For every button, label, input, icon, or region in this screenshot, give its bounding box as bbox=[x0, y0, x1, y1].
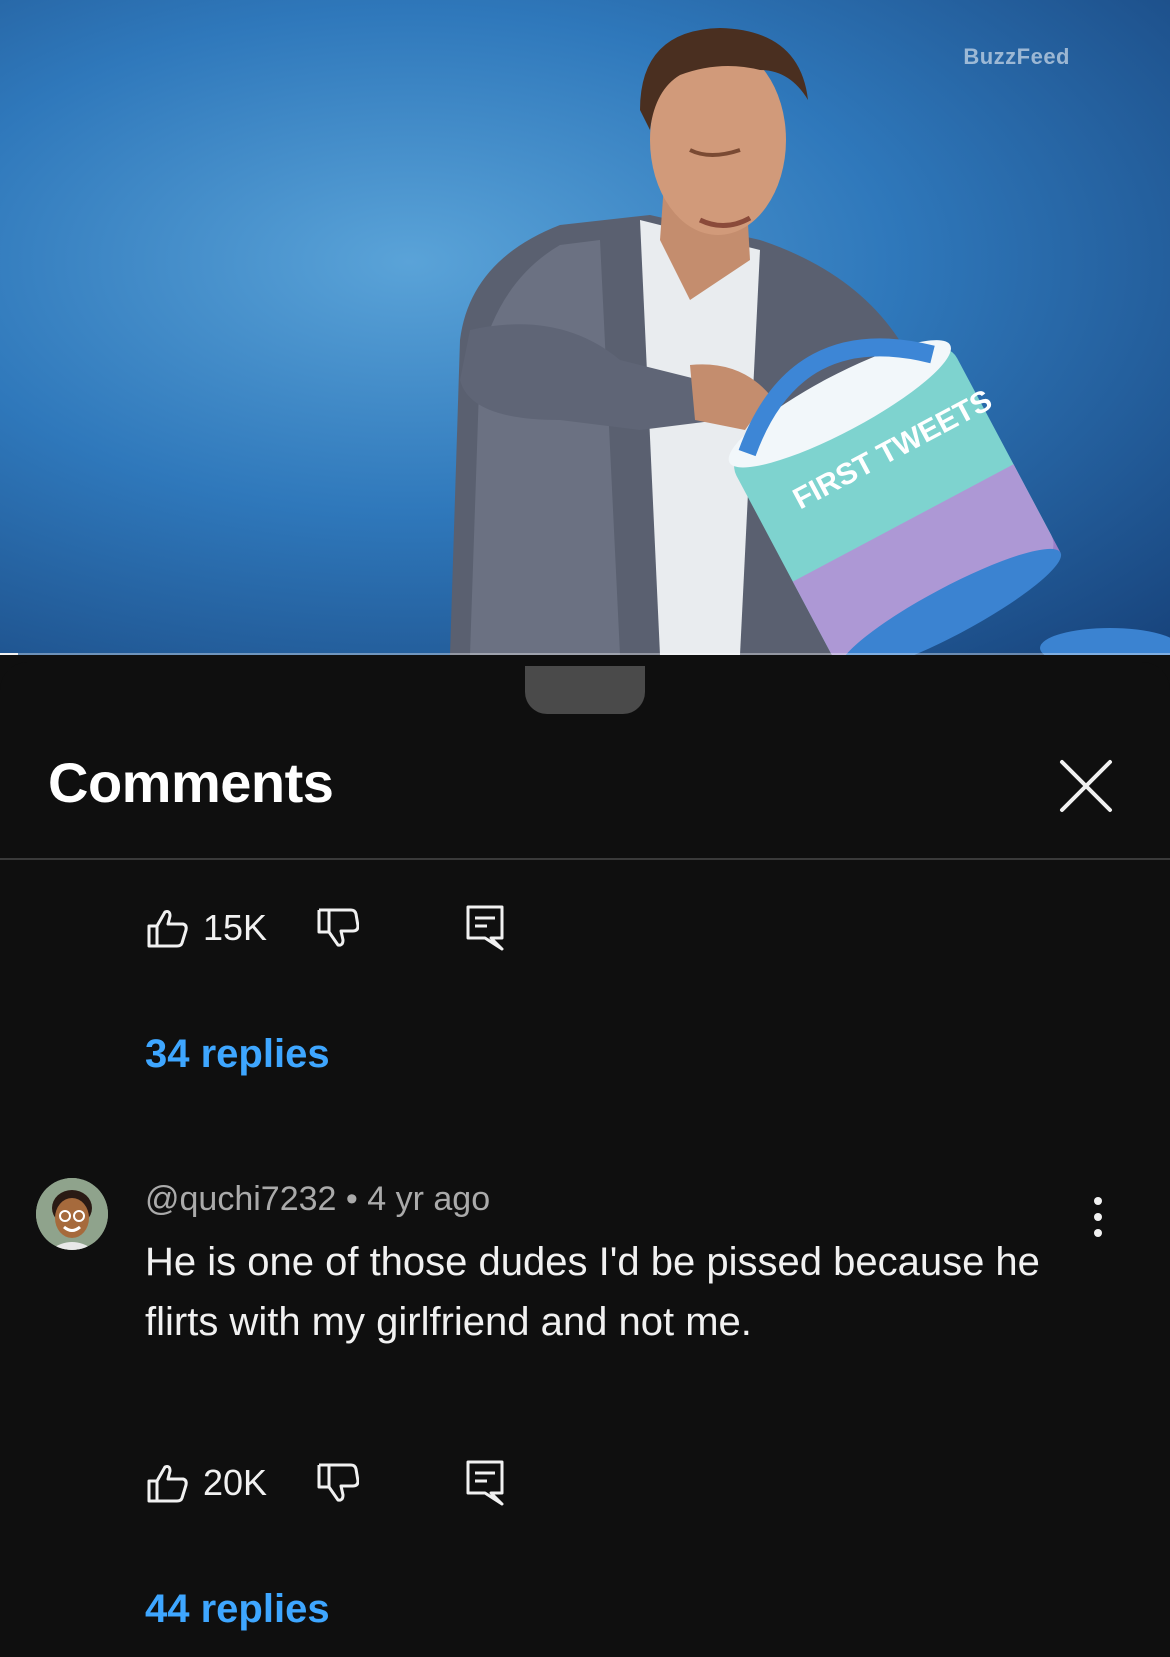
like-count: 20K bbox=[203, 1462, 268, 1503]
header-divider bbox=[0, 858, 1170, 860]
comment-time: 4 yr ago bbox=[367, 1180, 491, 1218]
comment-actions: 15K bbox=[145, 903, 545, 953]
comment-reply-icon bbox=[466, 1460, 504, 1506]
comment-reply-icon bbox=[466, 905, 504, 951]
drag-handle[interactable] bbox=[525, 666, 645, 714]
thumbs-down-icon bbox=[317, 908, 359, 947]
thumbs-up-icon bbox=[147, 1465, 188, 1503]
like-button[interactable]: 20K bbox=[145, 1458, 267, 1508]
dislike-button[interactable] bbox=[315, 903, 359, 953]
dislike-button[interactable] bbox=[315, 1458, 359, 1508]
comments-sheet: Comments 15K 34 replies @quchi7232 • 4 y… bbox=[0, 662, 1170, 1657]
video-player[interactable]: FIRST TWEETS BuzzFeed bbox=[0, 0, 1170, 655]
more-options-icon[interactable] bbox=[1080, 1192, 1116, 1242]
view-replies-link[interactable]: 44 replies bbox=[145, 1587, 330, 1632]
like-button[interactable]: 15K bbox=[145, 903, 267, 953]
thumbs-down-icon bbox=[317, 1463, 359, 1502]
view-replies-link[interactable]: 34 replies bbox=[145, 1032, 330, 1077]
video-progress-bar[interactable] bbox=[0, 653, 1170, 655]
comment-actions: 20K bbox=[145, 1458, 545, 1508]
video-frame: FIRST TWEETS bbox=[450, 28, 1170, 655]
close-icon[interactable] bbox=[1054, 754, 1118, 818]
comment-meta: @quchi7232 • 4 yr ago bbox=[145, 1180, 490, 1219]
buzzfeed-watermark: BuzzFeed bbox=[963, 44, 1070, 69]
thumbs-up-icon bbox=[147, 910, 188, 948]
comment-author[interactable]: @quchi7232 bbox=[145, 1180, 336, 1218]
avatar-image bbox=[36, 1178, 108, 1250]
video-progress-fill bbox=[0, 653, 18, 655]
reply-button[interactable] bbox=[465, 1458, 505, 1508]
like-count: 15K bbox=[203, 907, 268, 948]
meta-separator: • bbox=[345, 1180, 358, 1218]
avatar[interactable] bbox=[36, 1178, 108, 1250]
comment-text: He is one of those dudes I'd be pissed b… bbox=[145, 1240, 1040, 1344]
sheet-title: Comments bbox=[48, 751, 334, 814]
reply-button[interactable] bbox=[465, 903, 505, 953]
